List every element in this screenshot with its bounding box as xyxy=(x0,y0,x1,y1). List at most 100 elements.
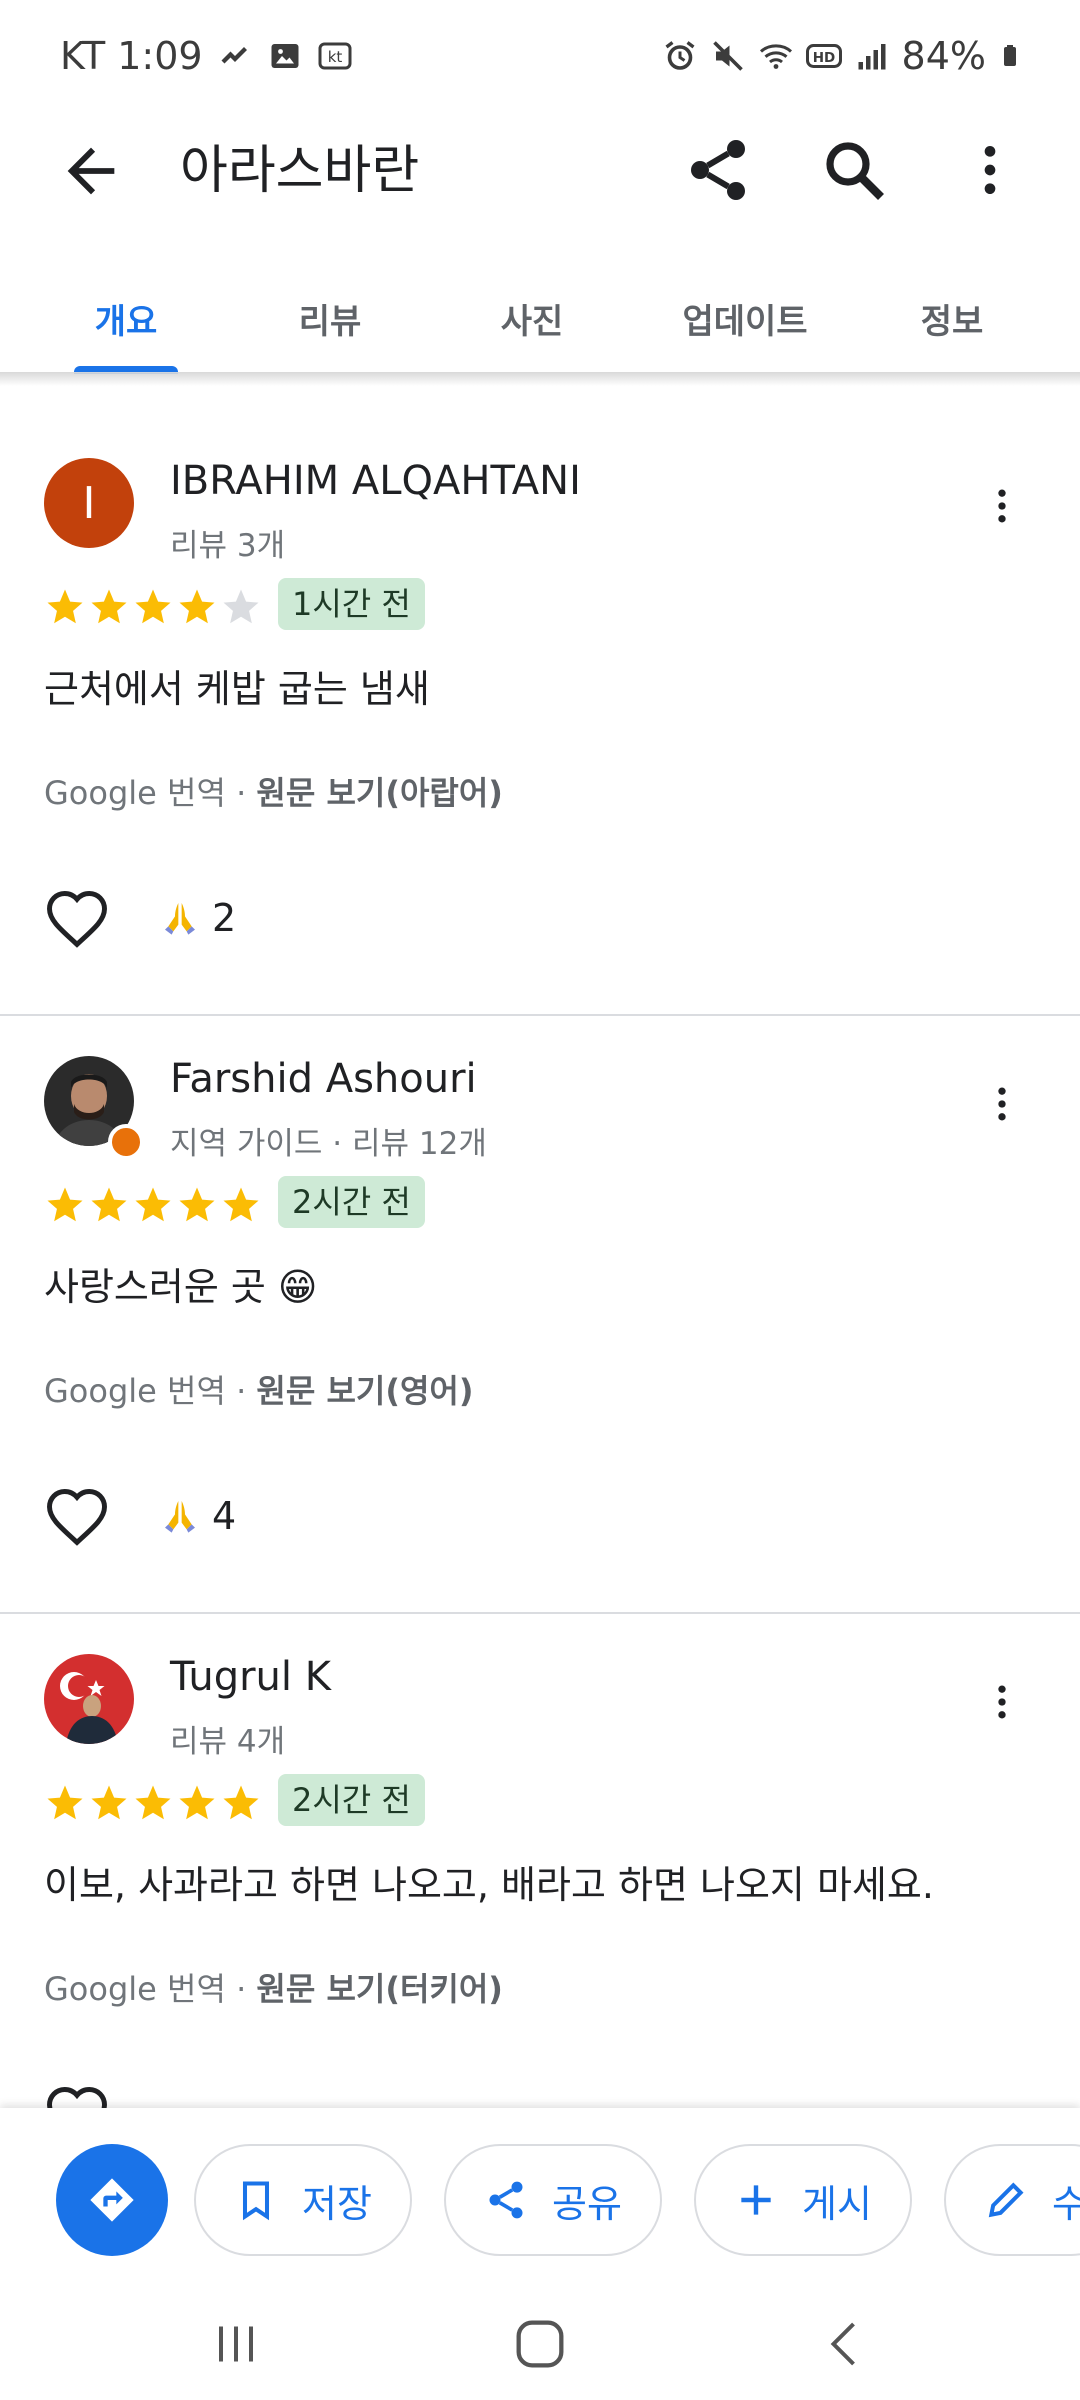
plus-icon xyxy=(741,2185,771,2215)
star-filled-icon xyxy=(135,589,171,624)
carrier-time: KT 1:09 xyxy=(60,34,203,78)
share-icon[interactable] xyxy=(682,134,754,206)
battery-icon xyxy=(1004,45,1016,66)
svg-text:kt: kt xyxy=(327,48,342,66)
review-text: 이보, 사과라고 하면 나오고, 배라고 하면 나오지 마세요. xyxy=(44,1863,934,1907)
star-rating xyxy=(44,586,262,628)
star-rating xyxy=(44,1782,262,1824)
review-text: 근처에서 케밥 굽는 냄새 xyxy=(44,667,430,711)
directions-icon xyxy=(90,2178,134,2222)
system-nav-bar xyxy=(0,2288,1080,2400)
save-button[interactable]: 저장 xyxy=(194,2144,412,2256)
edit-button[interactable]: 수 xyxy=(944,2144,1080,2256)
mute-icon xyxy=(712,41,743,71)
tab-bar: 개요 리뷰 사진 업데이트 정보 xyxy=(0,262,1080,374)
share-icon xyxy=(489,2181,523,2219)
post-button[interactable]: 게시 xyxy=(694,2144,912,2256)
battery-percent: 84% xyxy=(901,34,986,78)
tab-overview[interactable]: 개요 xyxy=(26,262,226,374)
heart-icon[interactable] xyxy=(44,888,110,954)
reaction[interactable]: 4 xyxy=(160,1494,236,1538)
review-more-icon[interactable] xyxy=(980,1068,1024,1140)
avatar[interactable] xyxy=(44,1654,134,1744)
star-filled-icon xyxy=(135,1785,171,1820)
share-label: 공유 xyxy=(552,2181,622,2226)
reviewer-name[interactable]: Farshid Ashouri xyxy=(170,1056,477,1102)
translate-row: Google 번역 · 원문 보기(아랍어) xyxy=(44,768,503,814)
reviewer-meta: 지역 가이드 · 리뷰 12개 xyxy=(170,1126,487,1162)
post-label: 게시 xyxy=(802,2181,872,2226)
tabs-divider xyxy=(0,372,1080,386)
time-badge: 2시간 전 xyxy=(278,1774,425,1826)
tab-reviews[interactable]: 리뷰 xyxy=(230,262,430,374)
star-filled-icon xyxy=(179,1187,215,1222)
tab-updates[interactable]: 업데이트 xyxy=(640,262,850,374)
star-filled-icon xyxy=(91,1785,127,1820)
heart-icon[interactable] xyxy=(44,1486,110,1552)
action-bar: 저장 공유 게시 수 xyxy=(0,2108,1080,2288)
pray-icon xyxy=(165,1501,195,1533)
reaction-count: 2 xyxy=(212,896,237,940)
edit-label: 수 xyxy=(1052,2181,1080,2226)
reviewer-meta: 리뷰 4개 xyxy=(170,1724,286,1760)
share-button[interactable]: 공유 xyxy=(444,2144,662,2256)
reaction[interactable]: 2 xyxy=(160,896,236,940)
view-original-link[interactable]: 원문 보기(영어) xyxy=(256,1372,473,1410)
review-card: I IBRAHIM ALQAHTANI 리뷰 3개 1시간 전 근처에서 케밥 … xyxy=(0,418,1080,1016)
translate-row: Google 번역 · 원문 보기(터키어) xyxy=(44,1964,503,2010)
page-title: 아라스바란 xyxy=(180,141,420,201)
review-text: 사랑스러운 곳 😁 xyxy=(44,1265,318,1309)
view-original-link[interactable]: 원문 보기(아랍어) xyxy=(256,774,502,812)
star-filled-icon xyxy=(91,1187,127,1222)
tab-photos[interactable]: 사진 xyxy=(432,262,632,374)
image-icon xyxy=(271,44,299,68)
status-left: KT 1:09 kt xyxy=(60,34,353,78)
star-filled-icon xyxy=(135,1187,171,1222)
translate-label: Google 번역 · xyxy=(44,1970,257,2008)
avatar-photo xyxy=(44,1654,134,1744)
status-bar: KT 1:09 kt HD 84% xyxy=(0,0,1080,120)
review-more-icon[interactable] xyxy=(980,470,1024,542)
star-empty-icon xyxy=(223,589,259,624)
more-vert-icon[interactable] xyxy=(958,134,1022,206)
translate-label: Google 번역 · xyxy=(44,1372,257,1410)
star-rating xyxy=(44,1184,262,1226)
star-filled-icon xyxy=(47,589,83,624)
star-filled-icon xyxy=(179,1785,215,1820)
avatar-letter: I xyxy=(44,458,134,548)
signal-icon xyxy=(858,44,886,70)
star-filled-icon xyxy=(223,1187,259,1222)
status-right: HD 84% xyxy=(662,34,1022,78)
tab-about[interactable]: 정보 xyxy=(852,262,1052,374)
star-filled-icon xyxy=(179,589,215,624)
svg-text:HD: HD xyxy=(812,50,835,66)
back-arrow-icon[interactable] xyxy=(56,136,126,206)
kt-icon: kt xyxy=(318,42,352,70)
reaction-count: 4 xyxy=(212,1494,237,1538)
nav-back-icon[interactable] xyxy=(816,2314,876,2374)
star-filled-icon xyxy=(47,1785,83,1820)
home-icon[interactable] xyxy=(508,2312,572,2376)
search-icon[interactable] xyxy=(818,134,890,206)
reviewer-meta: 리뷰 3개 xyxy=(170,528,286,564)
review-card: Farshid Ashouri 지역 가이드 · 리뷰 12개 2시간 전 사랑… xyxy=(0,1016,1080,1614)
star-filled-icon xyxy=(91,589,127,624)
translate-label: Google 번역 · xyxy=(44,774,257,812)
recent-apps-icon[interactable] xyxy=(206,2314,266,2374)
pray-icon xyxy=(165,903,195,935)
wifi-icon xyxy=(759,44,792,69)
bookmark-icon xyxy=(242,2181,270,2221)
view-original-link[interactable]: 원문 보기(터키어) xyxy=(256,1970,502,2008)
reviewer-name[interactable]: IBRAHIM ALQAHTANI xyxy=(170,458,581,504)
star-filled-icon xyxy=(47,1187,83,1222)
local-guide-badge-icon xyxy=(108,1124,144,1160)
review-more-icon[interactable] xyxy=(980,1666,1024,1738)
avatar[interactable]: I xyxy=(44,458,134,548)
time-badge: 2시간 전 xyxy=(278,1176,425,1228)
save-label: 저장 xyxy=(302,2181,372,2226)
reviewer-name[interactable]: Tugrul K xyxy=(170,1654,331,1700)
time-badge: 1시간 전 xyxy=(278,578,425,630)
directions-button[interactable] xyxy=(56,2144,168,2256)
pencil-icon xyxy=(988,2182,1024,2218)
tools-icon xyxy=(221,47,247,64)
